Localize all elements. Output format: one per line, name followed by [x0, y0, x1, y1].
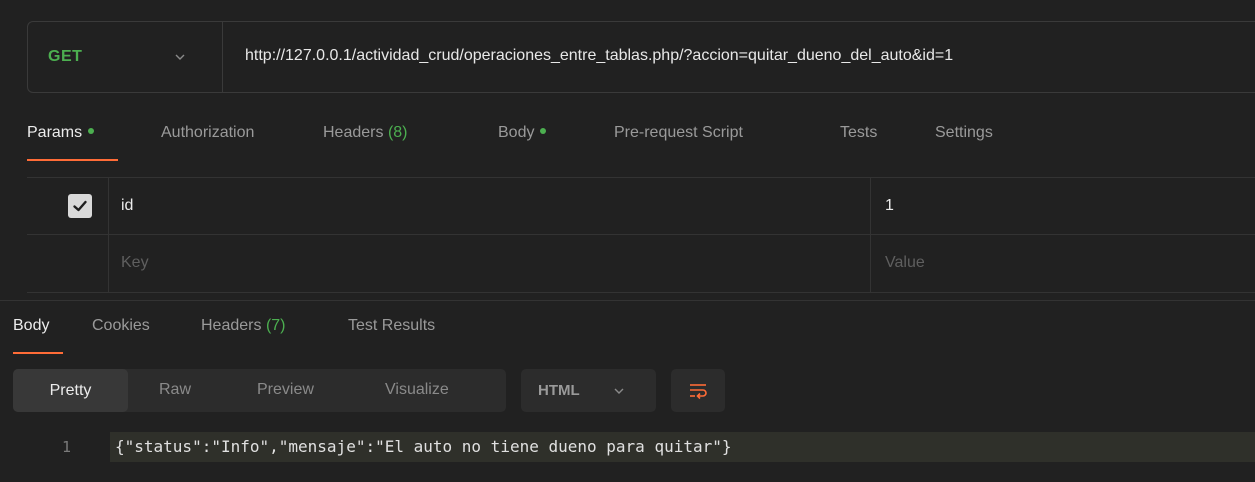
language-select[interactable]: HTML	[521, 369, 656, 412]
active-response-tab-underline	[13, 352, 63, 354]
tab-pre-request-script[interactable]: Pre-request Script	[614, 124, 743, 142]
format-toggle-group: Pretty Raw Preview Visualize	[13, 369, 506, 412]
tab-params-label: Params	[27, 124, 83, 141]
visualize-button[interactable]: Visualize	[385, 381, 449, 399]
table-row-new: Key Value	[27, 235, 1255, 293]
param-enable-cell	[27, 178, 109, 234]
tab-response-headers-label: Headers	[201, 317, 262, 334]
param-value-input[interactable]: Value	[871, 235, 1255, 292]
params-indicator-icon	[88, 127, 95, 134]
param-value: 1	[885, 197, 894, 214]
tab-tests[interactable]: Tests	[840, 124, 877, 142]
response-tabs: Body Cookies Headers (7) Test Results	[0, 300, 1255, 355]
active-tab-underline	[27, 159, 118, 161]
tab-body-label: Body	[498, 124, 535, 141]
tab-response-body[interactable]: Body	[13, 317, 49, 335]
param-enable-cell	[27, 235, 109, 292]
param-key-input[interactable]: Key	[109, 235, 871, 292]
raw-button[interactable]: Raw	[159, 381, 191, 399]
preview-button[interactable]: Preview	[257, 381, 314, 399]
tab-headers-count: (8)	[387, 124, 408, 141]
param-key-cell[interactable]: id	[109, 178, 871, 234]
body-indicator-icon	[540, 127, 547, 134]
tab-authorization[interactable]: Authorization	[161, 124, 254, 142]
tab-cookies[interactable]: Cookies	[92, 317, 150, 335]
method-select[interactable]: GET	[28, 22, 223, 92]
tab-settings[interactable]: Settings	[935, 124, 993, 142]
line-number: 1	[62, 438, 72, 456]
tab-body[interactable]: Body	[498, 124, 547, 142]
request-tabs: Params Authorization Headers (8) Body Pr…	[0, 110, 1255, 165]
chevron-down-icon	[175, 54, 185, 60]
param-value-cell[interactable]: 1	[871, 178, 1255, 234]
response-body-editor[interactable]: 1 {"status":"Info","mensaje":"El auto no…	[0, 428, 1255, 464]
check-icon	[73, 200, 87, 212]
tab-test-results[interactable]: Test Results	[348, 317, 435, 335]
pretty-button[interactable]: Pretty	[13, 369, 128, 412]
method-label: GET	[48, 48, 83, 65]
tab-headers-label: Headers	[323, 124, 384, 141]
url-input[interactable]: http://127.0.0.1/actividad_crud/operacio…	[245, 47, 953, 65]
tab-params[interactable]: Params	[27, 124, 95, 142]
key-placeholder: Key	[121, 254, 149, 271]
value-placeholder: Value	[885, 254, 925, 271]
wrap-lines-icon	[690, 384, 707, 400]
language-label: HTML	[538, 382, 580, 399]
tab-response-headers[interactable]: Headers (7)	[201, 317, 286, 335]
tab-response-headers-count: (7)	[265, 317, 286, 334]
wrap-lines-button[interactable]	[671, 369, 725, 412]
table-row: id 1	[27, 177, 1255, 235]
param-key: id	[121, 197, 134, 214]
request-bar: GET http://127.0.0.1/actividad_crud/oper…	[27, 21, 1255, 93]
params-table: id 1 Key Value	[27, 177, 1255, 295]
param-checkbox[interactable]	[68, 194, 92, 218]
chevron-down-icon	[614, 388, 624, 394]
tab-headers[interactable]: Headers (8)	[323, 124, 408, 142]
response-body-text: {"status":"Info","mensaje":"El auto no t…	[115, 437, 732, 456]
